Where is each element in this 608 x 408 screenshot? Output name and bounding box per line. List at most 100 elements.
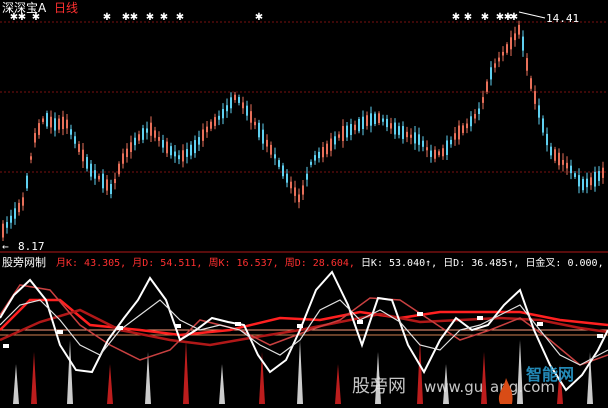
candle-body: [66, 119, 68, 129]
candle-body: [342, 126, 344, 141]
candle-body: [530, 78, 532, 89]
candle-body: [194, 140, 196, 154]
candle-body: [18, 202, 20, 213]
candle-body: [350, 124, 352, 135]
candle-body: [374, 113, 376, 125]
candle-body: [490, 67, 492, 80]
readout-2: 周K: 16.537,: [208, 257, 284, 269]
candle-body: [358, 119, 360, 132]
indicator-header: 股旁网制 月K: 43.305, 月D: 54.511, 周K: 16.537,…: [2, 255, 604, 269]
candle-body: [2, 223, 4, 238]
signal-square-icon: [537, 322, 543, 326]
candle-body: [198, 137, 200, 145]
candle-body: [42, 118, 44, 122]
candle-body: [262, 129, 264, 144]
watermark-url-part1: www.gu: [424, 378, 483, 396]
candle-body: [154, 130, 156, 138]
candle-body: [394, 122, 396, 135]
candle-body: [446, 140, 448, 156]
candle-body: [134, 137, 136, 146]
price-grid: [0, 21, 608, 253]
low-arrow: ←: [2, 240, 9, 253]
candle-body: [30, 156, 32, 160]
candle-body: [62, 116, 64, 130]
candle-body: [326, 143, 328, 155]
candle-body: [470, 116, 472, 127]
candle-body: [518, 24, 520, 35]
candle-body: [390, 123, 392, 129]
candle-body: [182, 150, 184, 162]
candle-body: [102, 173, 104, 189]
candle-body: [438, 151, 440, 156]
candle-body: [410, 134, 412, 138]
indicator-name: 股旁网制: [2, 255, 46, 269]
candle-body: [538, 105, 540, 118]
candle-body: [558, 152, 560, 166]
candle-body: [114, 178, 116, 184]
candle-body: [562, 159, 564, 165]
candle-body: [330, 138, 332, 151]
candlestick-series[interactable]: [2, 20, 604, 241]
candle-body: [142, 128, 144, 140]
candle-body: [190, 144, 192, 156]
candle-body: [166, 141, 168, 154]
candle-body: [218, 115, 220, 120]
candle-body: [466, 123, 468, 129]
star-icon: ✱: [464, 12, 472, 23]
candle-body: [586, 178, 588, 188]
period-label[interactable]: 日线: [54, 1, 78, 15]
candle-body: [174, 151, 176, 157]
watermark-site-name: 股旁网: [352, 376, 406, 397]
readout-3: 周D: 28.604,: [285, 257, 361, 269]
candle-body: [362, 116, 364, 129]
candle-body: [150, 122, 152, 136]
star-icon: ✱: [176, 12, 184, 23]
cross-spike: [145, 352, 151, 404]
candle-body: [222, 108, 224, 119]
candle-body: [546, 133, 548, 146]
candle-body: [462, 125, 464, 133]
candle-body: [258, 122, 260, 138]
signal-square-icon: [417, 312, 423, 316]
readout-6: 日金叉: 0.000,: [525, 256, 603, 269]
candle-body: [234, 94, 236, 101]
candle-body: [246, 105, 248, 116]
candle-body: [454, 133, 456, 140]
candle-body: [178, 155, 180, 160]
candle-body: [50, 116, 52, 128]
candle-body: [26, 175, 28, 189]
chart-stage[interactable]: 深深宝A 日线 ✱ ✱ ✱ ✱ ✱ ✱ ✱ ✱ ✱ ✱ ✱ ✱ ✱ ✱ ✱✱ 14.41 ← 8.17 股旁…: [0, 0, 608, 408]
candle-body: [534, 91, 536, 104]
candle-body: [278, 160, 280, 167]
candle-body: [450, 139, 452, 145]
candle-body: [494, 63, 496, 68]
candle-body: [386, 118, 388, 128]
candle-body: [6, 222, 8, 228]
indicator-readouts: 月K: 43.305, 月D: 54.511, 周K: 16.537, 周D: …: [56, 256, 604, 269]
candle-body: [582, 178, 584, 191]
star-icon: ✱: [32, 12, 40, 23]
candle-body: [282, 165, 284, 177]
candle-body: [170, 146, 172, 156]
candle-body: [274, 154, 276, 159]
candle-body: [578, 175, 580, 187]
candle-body: [186, 149, 188, 157]
candle-body: [58, 118, 60, 130]
candle-body: [506, 44, 508, 53]
candle-body: [270, 144, 272, 155]
signal-square-icon: [57, 330, 63, 334]
readout-1: 月D: 54.511,: [132, 257, 208, 269]
candle-body: [442, 148, 444, 157]
candle-body: [318, 151, 320, 159]
readout-4: 日K: 53.040↑,: [361, 258, 443, 269]
cross-spike: [335, 364, 341, 404]
candle-body: [106, 179, 108, 191]
candle-body: [482, 97, 484, 103]
candle-body: [430, 150, 432, 157]
star-icon: ✱: [130, 12, 138, 23]
candle-body: [250, 111, 252, 123]
day-k-line: [0, 270, 608, 392]
candle-body: [54, 118, 56, 131]
cross-spike: [13, 364, 19, 404]
high-price-label: 14.41: [546, 12, 579, 25]
